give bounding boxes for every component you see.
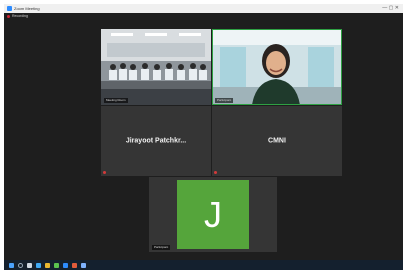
video-tile-classroom[interactable]: Meeting Room [101,29,211,105]
name-tile-jirayoot[interactable]: Jirayoot Patchkr... [101,106,211,176]
avatar-tile-j[interactable]: J Participant [149,177,277,252]
recording-bar: Recording [4,13,403,20]
settings-icon[interactable] [72,262,77,268]
zoom-window: Zoom Meeting — ▢ ✕ Recording Meeting Roo… [4,4,403,268]
recording-label: Recording [12,14,28,18]
zoom-icon[interactable] [63,262,68,268]
avatar: J [177,180,249,249]
window-controls[interactable]: — ▢ ✕ [382,4,399,13]
participant-name: CMNI [268,137,286,145]
mic-muted-icon [103,171,106,174]
participant-label: Meeting Room [104,98,128,103]
task-view-icon[interactable] [27,262,32,268]
video-tile-speaker[interactable]: Participant [212,29,342,105]
participant-label: Participant [152,245,171,250]
edge-icon[interactable] [36,262,41,268]
window-title: Zoom Meeting [14,6,40,11]
participant-name: Jirayoot Patchkr... [125,137,187,145]
search-icon[interactable] [18,262,23,268]
participant-label: Participant [215,98,234,103]
file-explorer-icon[interactable] [45,262,50,268]
zoom-app-icon [7,6,12,11]
speaker-video-feed [212,29,342,105]
recording-icon [7,15,10,18]
title-bar: Zoom Meeting — ▢ ✕ [4,4,403,13]
store-icon[interactable] [54,262,59,268]
start-icon[interactable] [9,262,14,268]
classroom-video-feed [101,29,211,105]
name-tile-cmni[interactable]: CMNI [212,106,342,176]
app-icon[interactable] [81,262,86,268]
windows-taskbar [4,260,403,270]
mic-muted-icon [214,171,217,174]
